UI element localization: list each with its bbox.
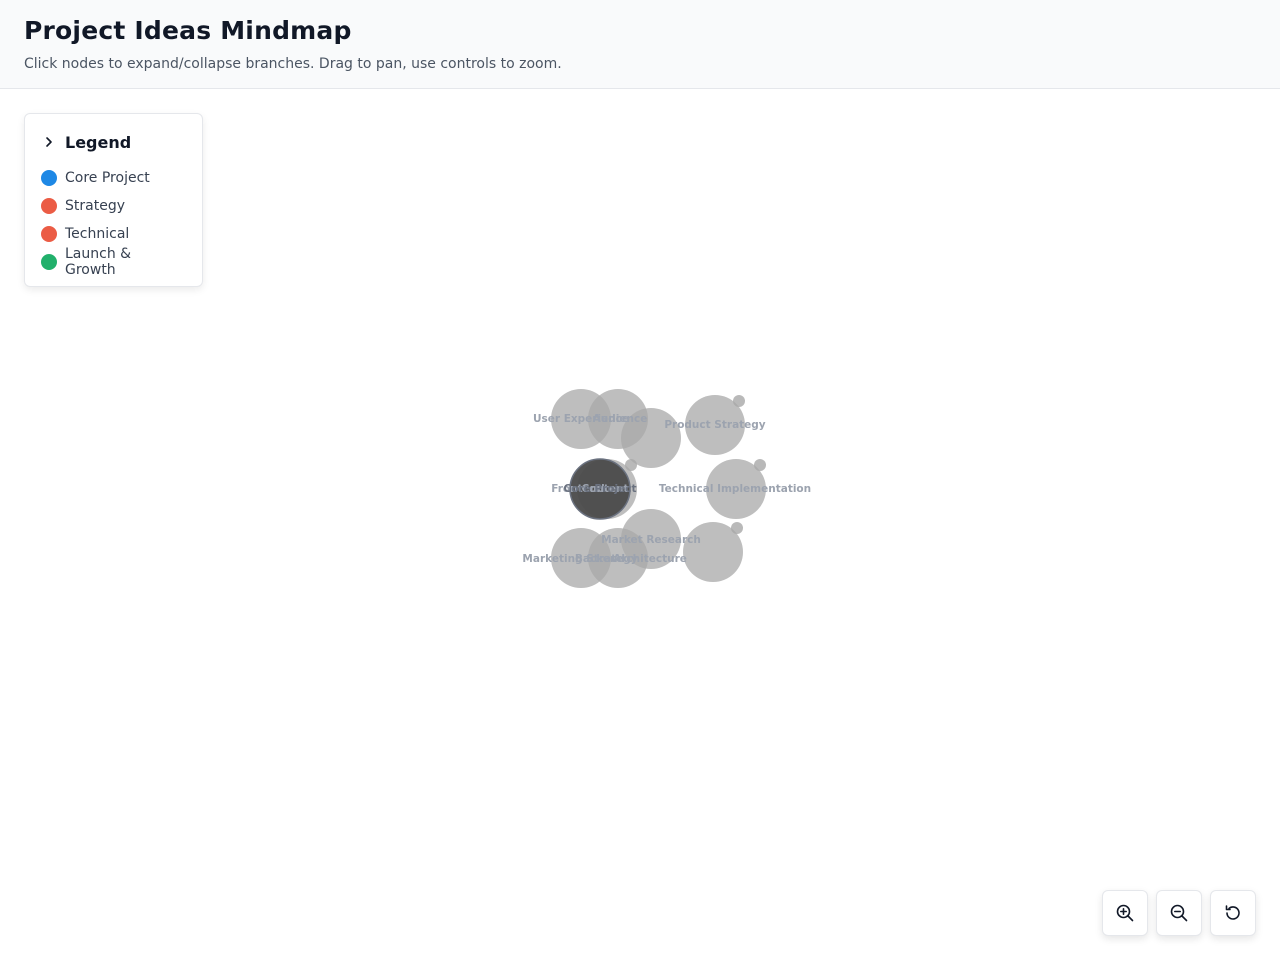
header: Project Ideas Mindmap Click nodes to exp…: [0, 0, 1280, 89]
root-node-label: Core Project: [564, 483, 637, 495]
reset-icon: [1223, 903, 1243, 923]
mindmap-svg[interactable]: User Experience Audience Product Strateg…: [0, 90, 1280, 960]
node-label: Market Research: [601, 534, 701, 546]
node-label: Architecture: [613, 553, 687, 565]
zoom-controls: [1102, 890, 1256, 936]
page-title: Project Ideas Mindmap: [24, 16, 1256, 46]
zoom-out-icon: [1169, 903, 1189, 923]
zoom-in-button[interactable]: [1102, 890, 1148, 936]
mindmap-canvas[interactable]: User Experience Audience Product Strateg…: [0, 90, 1280, 960]
node-toggle[interactable]: [754, 459, 766, 471]
node-toggle[interactable]: [731, 522, 743, 534]
zoom-out-button[interactable]: [1156, 890, 1202, 936]
node-label: Product Strategy: [664, 419, 765, 431]
node-toggle[interactable]: [733, 395, 745, 407]
node-toggle[interactable]: [625, 459, 637, 471]
node-label: Technical Implementation: [659, 483, 811, 495]
node-label: Audience: [593, 413, 648, 425]
reset-view-button[interactable]: [1210, 890, 1256, 936]
page-subtitle: Click nodes to expand/collapse branches.…: [24, 55, 1256, 73]
zoom-in-icon: [1115, 903, 1135, 923]
